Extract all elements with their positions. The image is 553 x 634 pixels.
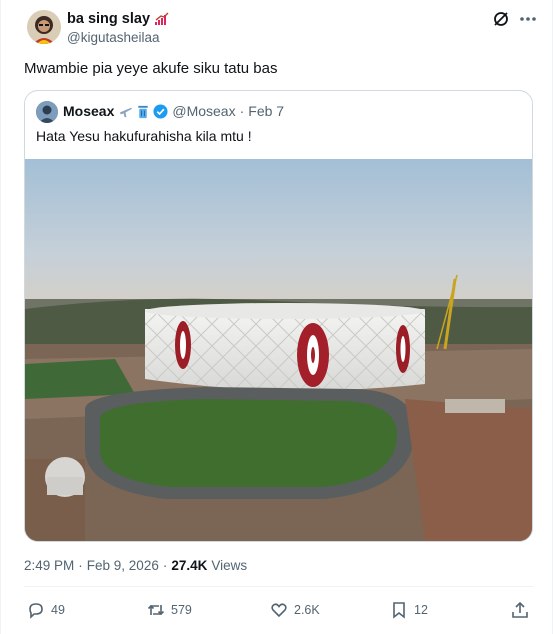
action-bar: 49 579 2.6K 12 <box>24 596 533 626</box>
quoted-tweet[interactable]: Moseax @Moseax · Feb 7 Hata Yesu hakufur… <box>24 90 533 542</box>
airplane-emoji-icon <box>120 107 133 117</box>
repost-icon <box>147 604 165 616</box>
views-label: Views <box>211 558 248 573</box>
verified-badge-icon <box>153 103 168 119</box>
tweet-metadata: 2:49 PM · Feb 9, 2026 · 27.4K Views <box>24 558 247 573</box>
tweet-text: Mwambie pia yeye akufe siku tatu bas <box>24 60 278 77</box>
share-icon <box>512 601 528 618</box>
like-button[interactable]: 2.6K <box>269 600 320 620</box>
trash-can-emoji-icon <box>138 105 149 118</box>
tweet-time[interactable]: 2:49 PM <box>24 558 74 573</box>
author-handle[interactable]: @kigutasheilaa <box>67 30 160 45</box>
repost-count: 579 <box>171 603 192 617</box>
meta-separator-2: · <box>162 558 168 573</box>
quoted-handle[interactable]: @Moseax <box>172 103 235 119</box>
more-options-icon[interactable] <box>517 10 539 28</box>
heart-icon <box>271 603 287 618</box>
like-count: 2.6K <box>294 603 320 617</box>
reply-button[interactable]: 49 <box>26 600 65 620</box>
stadium-photo[interactable] <box>25 159 532 541</box>
repost-button[interactable]: 579 <box>146 600 192 620</box>
tweet-header: ba sing slay @kigutasheilaa <box>27 10 537 50</box>
tweet-date[interactable]: Feb 9, 2026 <box>87 558 159 573</box>
author-display-name[interactable]: ba sing slay <box>67 11 150 27</box>
bookmark-button[interactable]: 12 <box>389 600 428 620</box>
chart-increasing-emoji-icon <box>155 12 169 25</box>
avatar[interactable] <box>27 10 61 44</box>
quoted-text: Hata Yesu hakufurahisha kila mtu ! <box>36 128 252 144</box>
views-count: 27.4K <box>171 558 208 573</box>
divider <box>24 586 533 587</box>
meta-separator: · <box>78 558 83 573</box>
quoted-avatar[interactable] <box>36 101 58 123</box>
reply-icon <box>29 603 43 619</box>
bookmark-icon <box>393 602 405 619</box>
quoted-date[interactable]: Feb 7 <box>248 103 284 119</box>
share-button[interactable] <box>510 600 530 620</box>
grok-icon[interactable] <box>492 10 510 28</box>
quoted-separator: · <box>239 103 245 119</box>
reply-count: 49 <box>51 603 65 617</box>
quoted-display-name[interactable]: Moseax <box>63 103 114 119</box>
bookmark-count: 12 <box>414 603 428 617</box>
